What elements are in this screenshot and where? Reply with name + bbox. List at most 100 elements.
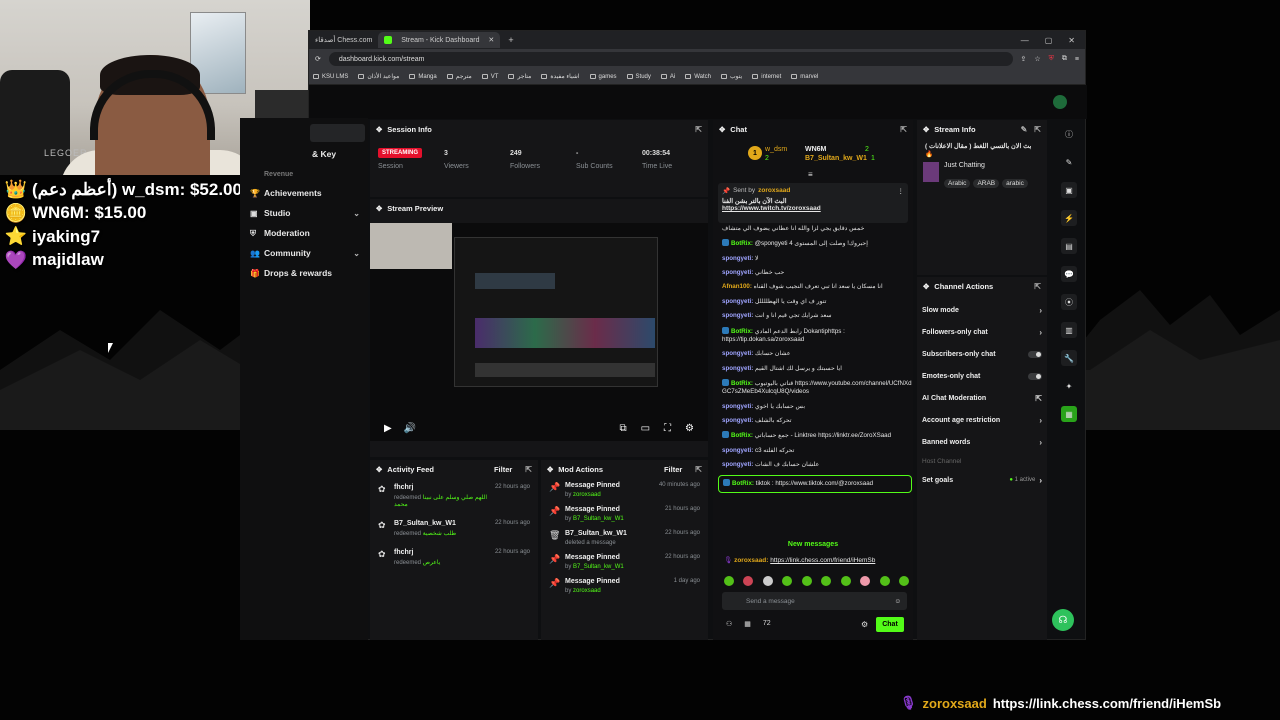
filter-button[interactable]: Filter [494, 465, 512, 474]
close-tab-icon[interactable]: ✕ [488, 36, 494, 44]
message-user[interactable]: spongyeti: [722, 417, 753, 424]
emote-icon[interactable] [821, 576, 832, 586]
message-user[interactable]: BotRix: [731, 240, 753, 247]
emote-icon[interactable] [898, 576, 909, 586]
message-user[interactable]: BotRix: [732, 480, 754, 487]
emote-icon[interactable] [879, 576, 890, 586]
sidebar-item-revenue[interactable]: Revenue [250, 170, 360, 178]
popout-icon[interactable]: ⇱ [695, 125, 702, 134]
reload-icon[interactable]: ⟳ [315, 55, 321, 63]
slow-mode-item[interactable]: Slow mode › [917, 299, 1047, 321]
extensions-icon[interactable]: ⧉ [1062, 55, 1067, 63]
message-user[interactable]: spongyeti: [722, 350, 753, 357]
message-user[interactable]: spongyeti: [722, 403, 753, 410]
note-icon[interactable]: ▤ [1061, 238, 1077, 254]
sidebar-item-studio[interactable]: ▣ Studio ⌄ [250, 208, 360, 218]
user-avatar[interactable] [1053, 95, 1067, 109]
wrench-icon[interactable]: 🔧 [1061, 350, 1077, 366]
camera-icon[interactable]: ▣ [1061, 182, 1077, 198]
bookmark-item[interactable]: KSU LMS [313, 74, 348, 80]
users-icon[interactable]: ⚇ [726, 620, 732, 628]
bookmark-item[interactable]: يتوب [721, 73, 742, 80]
emote-icon[interactable] [743, 576, 754, 586]
apps-icon[interactable]: ▦ [1061, 406, 1077, 422]
info-icon[interactable]: ⓘ [1061, 126, 1077, 142]
sidebar-item-key[interactable]: & Key [312, 149, 362, 159]
chat-settings-icon[interactable]: ⚙ [861, 620, 868, 629]
message-user[interactable]: BotRix: [731, 380, 753, 387]
broadcast-icon[interactable]: ⦿ [1061, 294, 1077, 310]
set-goals-item[interactable]: Set goals ● 1 active › [917, 469, 1047, 491]
new-messages-divider[interactable]: New messages [713, 541, 913, 548]
pip-icon[interactable]: ⧉ [619, 423, 626, 434]
menu-icon[interactable]: ≡ [1075, 56, 1079, 63]
bookmark-item[interactable]: مواعيد الأذان [358, 73, 399, 80]
message-user[interactable]: Afnan100: [722, 283, 752, 290]
lightning-icon[interactable]: ⚡ [1061, 210, 1077, 226]
new-tab-icon[interactable]: + [508, 35, 513, 45]
emote-icon[interactable] [840, 576, 851, 586]
banned-words-item[interactable]: Banned words › [917, 431, 1047, 453]
tab-chess[interactable]: أصدقاء Chess.com [309, 32, 378, 48]
ai-moderation-item[interactable]: AI Chat Moderation ⇱ [917, 387, 1047, 409]
play-icon[interactable]: ▶ [384, 423, 392, 434]
popout-icon[interactable]: ⇱ [1034, 125, 1041, 134]
emote-icon[interactable] [860, 576, 871, 586]
bookmark-item[interactable]: internet [752, 74, 781, 80]
unpin-icon[interactable]: ⋮ [898, 187, 905, 195]
message-user[interactable]: spongyeti: [722, 298, 753, 305]
bookmark-item[interactable]: Ai [660, 74, 675, 80]
collapse-icon[interactable]: ≡ [808, 170, 813, 179]
message-user[interactable]: BotRix: [731, 432, 753, 439]
close-window-icon[interactable]: ✕ [1068, 36, 1075, 45]
popout-icon[interactable]: ⇱ [1034, 282, 1041, 291]
message-link[interactable]: https://link.chess.com/friend/iHemSb [770, 557, 875, 564]
bookmark-item[interactable]: VT [481, 74, 498, 80]
message-user[interactable]: spongyeti: [722, 447, 753, 454]
puzzle-icon[interactable]: ✦ [1061, 378, 1077, 394]
volume-icon[interactable]: 🔊 [404, 423, 416, 434]
bookmark-star-icon[interactable]: ☆ [1034, 55, 1040, 63]
url-field[interactable]: dashboard.kick.com/stream [328, 52, 1013, 66]
minimize-icon[interactable]: — [1021, 36, 1029, 45]
bookmark-item[interactable]: marvel [791, 74, 818, 80]
sidebar-item-drops[interactable]: 🎁 Drops & rewards [250, 268, 360, 278]
theater-icon[interactable]: ▭ [641, 423, 650, 434]
bookmark-item[interactable]: اشياء مفيدة [541, 73, 580, 80]
sidebar-item-achievements[interactable]: 🏆 Achievements [250, 188, 360, 198]
message-user[interactable]: spongyeti: [722, 269, 753, 276]
filter-button[interactable]: Filter [664, 465, 682, 474]
subscribers-only-toggle[interactable] [1028, 350, 1042, 358]
message-user[interactable]: spongyeti: [722, 461, 753, 468]
bookmark-item[interactable]: Watch [685, 74, 711, 80]
bookmark-item[interactable]: متاجر [508, 73, 531, 80]
followers-only-item[interactable]: Followers-only chat › [917, 321, 1047, 343]
video-player[interactable]: ▶ 🔊 ⧉ ▭ ⛶ ⚙ [370, 223, 708, 441]
pinned-link[interactable]: https://www.twitch.tv/zoroxsaad [722, 205, 904, 212]
popout-icon[interactable]: ⇱ [525, 465, 532, 474]
message-user[interactable]: spongyeti: [722, 255, 753, 262]
help-chat-icon[interactable]: ☊ [1052, 609, 1074, 631]
send-chat-button[interactable]: Chat [876, 617, 904, 632]
pencil-icon[interactable]: ✎ [1061, 154, 1077, 170]
settings-icon[interactable]: ⚙ [685, 423, 694, 434]
bookmark-item[interactable]: Manga [409, 74, 437, 80]
shield-icon[interactable]: ⛨ [1049, 55, 1054, 63]
emotes-only-toggle[interactable] [1028, 372, 1042, 380]
account-age-item[interactable]: Account age restriction › [917, 409, 1047, 431]
message-user[interactable]: spongyeti: [722, 365, 753, 372]
emote-icon[interactable] [724, 576, 734, 586]
layout-icon[interactable]: ▥ [1061, 322, 1077, 338]
emote-icon[interactable] [762, 576, 773, 586]
bookmark-item[interactable]: مترجم [446, 73, 472, 80]
emote-icon[interactable] [782, 576, 793, 586]
message-user[interactable]: zoroxsaad: [734, 557, 768, 564]
emote-icon[interactable] [801, 576, 812, 586]
popout-icon[interactable]: ⇱ [695, 465, 702, 474]
bookmark-item[interactable]: Study [626, 74, 651, 80]
emoji-icon[interactable]: ☺ [894, 598, 901, 605]
chat-bubble-icon[interactable]: 💬 [1061, 266, 1077, 282]
fullscreen-icon[interactable]: ⛶ [664, 423, 671, 434]
edit-icon[interactable]: ✎ [1021, 125, 1028, 134]
chat-input[interactable]: Send a message ☺ [722, 592, 907, 610]
